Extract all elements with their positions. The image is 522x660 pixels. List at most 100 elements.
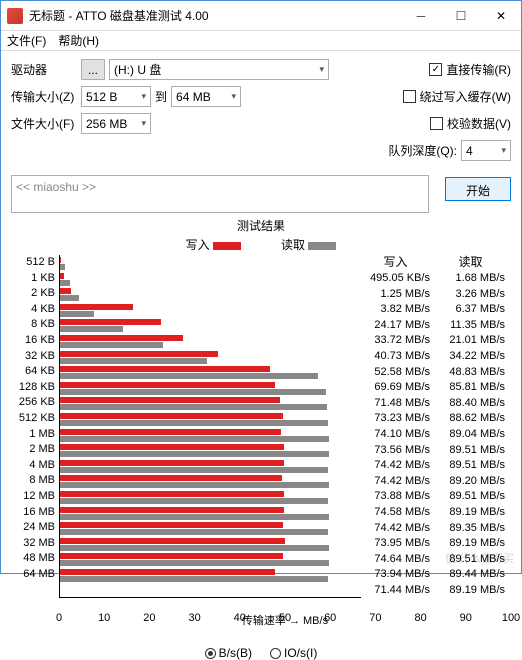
checkbox-icon <box>403 90 416 103</box>
read-value: 1.68 MB/s <box>436 271 505 287</box>
write-bar <box>60 538 285 544</box>
read-value: 88.62 MB/s <box>436 411 505 427</box>
read-value: 89.04 MB/s <box>436 427 505 443</box>
read-bar <box>60 451 329 457</box>
read-value: 11.35 MB/s <box>436 318 505 334</box>
bar-pair <box>60 351 361 367</box>
description-textarea[interactable]: << miaoshu >> <box>11 175 429 213</box>
direct-transfer-checkbox[interactable]: ✓ 直接传输(R) <box>429 61 511 78</box>
x-tick: 60 <box>324 612 336 624</box>
write-value: 52.58 MB/s <box>361 365 430 381</box>
read-bar <box>60 264 65 270</box>
y-tick: 4 KB <box>11 302 55 318</box>
menu-file[interactable]: 文件(F) <box>7 32 46 49</box>
transfer-to-select[interactable]: 64 MB▾ <box>171 86 241 107</box>
y-tick: 256 KB <box>11 395 55 411</box>
bar-pair <box>60 382 361 398</box>
close-button[interactable]: ✕ <box>481 1 521 30</box>
y-tick: 2 KB <box>11 286 55 302</box>
read-bar <box>60 529 328 535</box>
read-value: 6.37 MB/s <box>436 302 505 318</box>
drive-select[interactable]: (H:) U 盘 ▾ <box>109 59 329 80</box>
read-bar <box>60 545 329 551</box>
read-bar <box>60 560 329 566</box>
y-tick: 512 B <box>11 255 55 271</box>
file-size-select[interactable]: 256 MB▾ <box>81 113 151 134</box>
write-bar <box>60 288 71 294</box>
read-bar <box>60 342 163 348</box>
read-value: 85.81 MB/s <box>436 380 505 396</box>
write-value: 1.25 MB/s <box>361 287 430 303</box>
read-bar <box>60 358 207 364</box>
read-legend-chip <box>308 242 336 250</box>
read-bar <box>60 498 328 504</box>
bypass-cache-checkbox[interactable]: 绕过写入缓存(W) <box>403 88 511 105</box>
x-tick: 70 <box>369 612 381 624</box>
menu-help[interactable]: 帮助(H) <box>58 32 99 49</box>
transfer-from-select[interactable]: 512 B▾ <box>81 86 151 107</box>
checkbox-icon <box>430 117 443 130</box>
read-bar <box>60 514 329 520</box>
y-tick: 64 KB <box>11 364 55 380</box>
chevron-down-icon: ▾ <box>501 145 506 156</box>
read-bar <box>60 311 94 317</box>
verify-data-checkbox[interactable]: 校验数据(V) <box>430 115 511 132</box>
y-tick: 48 MB <box>11 551 55 567</box>
write-value: 74.42 MB/s <box>361 458 430 474</box>
y-tick: 8 KB <box>11 317 55 333</box>
write-bar <box>60 460 284 466</box>
y-tick: 4 MB <box>11 458 55 474</box>
window-title: 无标题 - ATTO 磁盘基准测试 4.00 <box>29 7 401 24</box>
queue-depth-select[interactable]: 4▾ <box>461 140 511 161</box>
read-bar <box>60 482 329 488</box>
x-axis: 1009080706050403020100 传输速率 → MB/s <box>59 612 511 652</box>
write-value: 3.82 MB/s <box>361 302 430 318</box>
drive-label: 驱动器 <box>11 61 81 78</box>
read-value: 89.44 MB/s <box>436 567 505 583</box>
bar-pair <box>60 475 361 491</box>
bar-pair <box>60 538 361 554</box>
bar-pair <box>60 444 361 460</box>
bar-pair <box>60 507 361 523</box>
read-value: 34.22 MB/s <box>436 349 505 365</box>
write-value: 71.44 MB/s <box>361 583 430 599</box>
y-tick: 16 MB <box>11 505 55 521</box>
read-bar <box>60 295 79 301</box>
y-tick: 1 KB <box>11 271 55 287</box>
queue-depth-label: 队列深度(Q): <box>388 142 457 159</box>
values-table: 写入495.05 KB/s1.25 MB/s3.82 MB/s24.17 MB/… <box>361 255 511 598</box>
x-tick: 10 <box>98 612 110 624</box>
y-tick: 2 MB <box>11 442 55 458</box>
write-bar <box>60 304 133 310</box>
results-panel: 测试结果 写入 读取 512 B1 KB2 KB4 KB8 KB16 KB32 … <box>1 213 521 660</box>
maximize-button[interactable]: ☐ <box>441 1 481 30</box>
checkbox-icon: ✓ <box>429 63 442 76</box>
write-value: 73.95 MB/s <box>361 536 430 552</box>
read-bar <box>60 326 123 332</box>
read-value: 89.51 MB/s <box>436 443 505 459</box>
write-bar <box>60 335 183 341</box>
chevron-down-icon: ▾ <box>319 64 324 75</box>
bar-pair <box>60 257 361 273</box>
write-legend-chip <box>213 242 241 250</box>
read-bar <box>60 576 328 582</box>
minimize-button[interactable]: ─ <box>401 1 441 30</box>
write-value: 24.17 MB/s <box>361 318 430 334</box>
write-value: 73.94 MB/s <box>361 567 430 583</box>
bar-pair <box>60 397 361 413</box>
x-tick: 20 <box>143 612 155 624</box>
write-value: 74.42 MB/s <box>361 521 430 537</box>
write-bar <box>60 257 61 263</box>
y-tick: 512 KB <box>11 411 55 427</box>
bar-pair <box>60 304 361 320</box>
bar-pair <box>60 366 361 382</box>
start-button[interactable]: 开始 <box>445 177 511 201</box>
write-value: 73.56 MB/s <box>361 443 430 459</box>
read-value: 3.26 MB/s <box>436 287 505 303</box>
write-bar <box>60 475 282 481</box>
write-bar <box>60 351 218 357</box>
browse-drive-button[interactable]: ... <box>81 59 105 80</box>
read-bar <box>60 280 70 286</box>
read-value: 89.19 MB/s <box>436 536 505 552</box>
y-tick: 8 MB <box>11 473 55 489</box>
